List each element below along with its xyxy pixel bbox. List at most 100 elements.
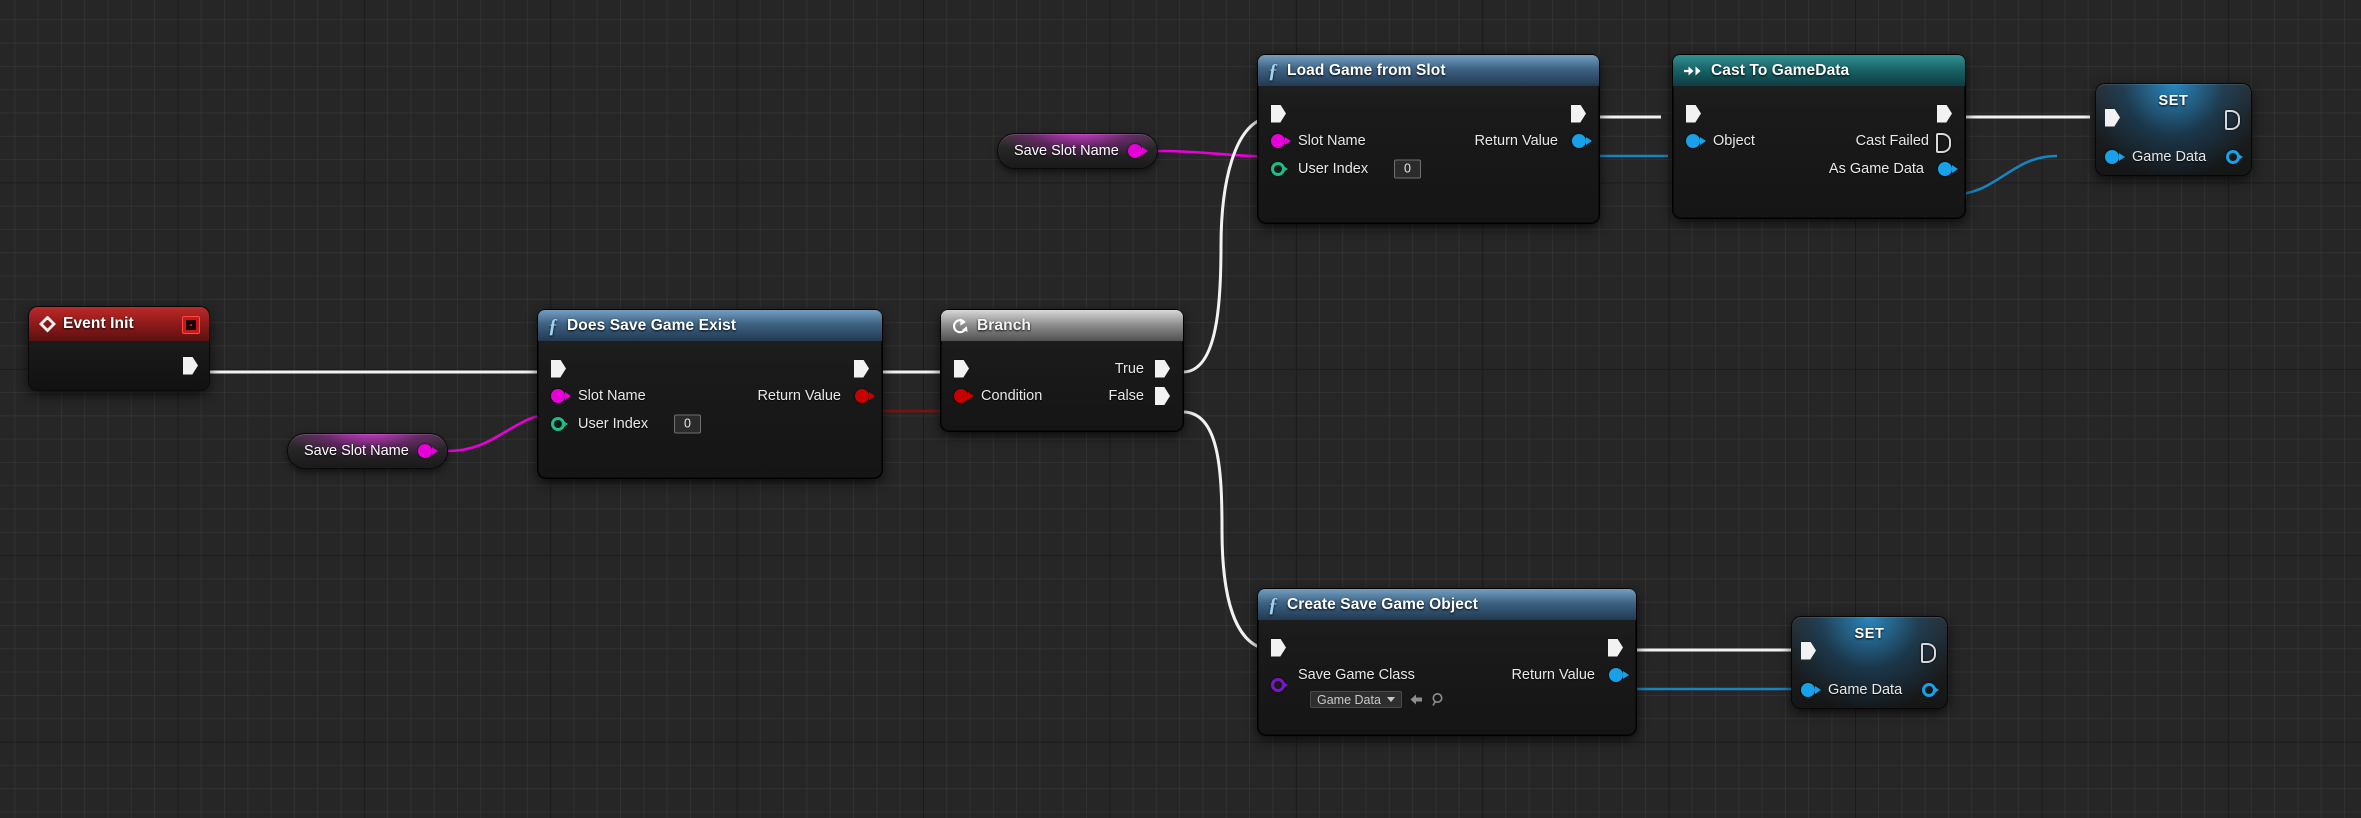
return-value-label: Return Value [1511, 667, 1595, 683]
node-does-save-game-exist[interactable]: ƒ Does Save Game Exist Slot Name Return … [538, 310, 882, 478]
exec-in-pin[interactable] [551, 359, 566, 378]
node-title: Create Save Game Object [1287, 595, 1478, 613]
true-exec-out-pin[interactable] [1155, 359, 1170, 378]
exec-in-pin[interactable] [2105, 108, 2120, 127]
game-data-label: Game Data [1828, 681, 1903, 698]
user-index-value-field[interactable]: 0 [1394, 159, 1421, 179]
create-save-header: ƒ Create Save Game Object [1258, 589, 1636, 620]
row-object: Object Cast Failed [1673, 127, 1965, 155]
exec-out-pin[interactable] [2225, 109, 2240, 130]
load-game-header: ƒ Load Game from Slot [1258, 55, 1599, 86]
cast-failed-exec-pin[interactable] [1936, 133, 1951, 153]
row-as-game-data: As Game Data [1673, 155, 1965, 183]
node-branch[interactable]: Branch True Condition False [941, 310, 1183, 431]
slot-name-label: Slot Name [578, 388, 646, 404]
game-data-input-pin[interactable] [2105, 149, 2125, 164]
true-label: True [1114, 360, 1144, 377]
browse-arrow-icon[interactable] [1409, 692, 1424, 707]
return-value-label: Return Value [757, 388, 841, 404]
exec-out-pin[interactable] [1921, 642, 1936, 663]
save-game-class-picker[interactable]: Game Data [1310, 691, 1446, 708]
game-data-output-pin[interactable] [1922, 682, 1939, 697]
save-game-class-input-pin[interactable] [1271, 678, 1288, 692]
node-set-game-data-bottom[interactable]: SET Game Data [1792, 617, 1947, 708]
set-value-row: Game Data [1792, 676, 1947, 703]
node-title: Cast To GameData [1711, 61, 1850, 79]
false-exec-out-pin[interactable] [1155, 387, 1170, 405]
magnifier-icon[interactable] [1431, 692, 1446, 707]
exec-out-pin[interactable] [183, 356, 198, 375]
wire-object-cast-to-settop [1949, 154, 2058, 197]
event-init-title: Event Init [63, 315, 134, 332]
exec-in-pin[interactable] [1686, 104, 1701, 123]
row-user-index: User Index 0 [1258, 155, 1599, 183]
variable-node-save-slot-name-top[interactable]: Save Slot Name [998, 134, 1157, 168]
node-cast-to-gamedata[interactable]: Cast To GameData Object Cast Failed As G… [1673, 55, 1965, 218]
event-delegate-icon[interactable] [182, 316, 200, 334]
node-title: Load Game from Slot [1287, 61, 1446, 79]
cast-arrows-icon [1683, 64, 1703, 78]
return-value-output-pin[interactable] [1609, 668, 1629, 682]
user-index-input-pin[interactable] [551, 417, 568, 431]
exec-in-pin[interactable] [1271, 104, 1286, 123]
user-index-label: User Index [1298, 161, 1369, 177]
node-create-save-game-object[interactable]: ƒ Create Save Game Object Save Game Clas… [1258, 589, 1636, 735]
name-output-pin[interactable] [1127, 144, 1148, 158]
row-condition: Condition False [941, 382, 1183, 410]
object-input-pin[interactable] [1686, 134, 1706, 148]
event-diamond-icon [39, 315, 56, 333]
blueprint-graph-canvas[interactable]: Event Init Save Slot Name Save Slot Name… [0, 0, 2361, 818]
exec-out-pin[interactable] [854, 359, 869, 378]
condition-label: Condition [981, 388, 1043, 404]
exec-row: True [941, 355, 1183, 382]
false-label: False [1108, 388, 1144, 404]
save-game-class-label: Save Game Class [1298, 667, 1415, 683]
exec-in-pin[interactable] [954, 359, 969, 378]
node-load-game-from-slot[interactable]: ƒ Load Game from Slot Slot Name Return V… [1258, 55, 1599, 223]
chevron-down-icon [1386, 697, 1395, 702]
node-title: Does Save Game Exist [567, 316, 737, 334]
object-label: Object [1713, 133, 1755, 149]
row-slot-name: Slot Name Return Value [538, 382, 882, 410]
user-index-input-pin[interactable] [1271, 162, 1288, 176]
variable-label: Save Slot Name [304, 443, 409, 459]
branch-header: Branch [941, 310, 1183, 341]
node-title: Branch [977, 316, 1032, 334]
slot-name-input-pin[interactable] [551, 389, 571, 403]
return-value-output-pin[interactable] [855, 389, 875, 403]
row-user-index: User Index 0 [538, 410, 882, 438]
user-index-label: User Index [578, 416, 649, 432]
return-value-label: Return Value [1474, 133, 1558, 149]
row-slot-name: Slot Name Return Value [1258, 127, 1599, 155]
name-output-pin[interactable] [417, 444, 438, 458]
does-save-game-exist-header: ƒ Does Save Game Exist [538, 310, 882, 341]
event-init-exec-row [29, 352, 209, 379]
user-index-value-field[interactable]: 0 [674, 414, 701, 434]
function-icon: ƒ [548, 314, 558, 337]
cast-header: Cast To GameData [1673, 55, 1965, 86]
game-data-input-pin[interactable] [1801, 682, 1821, 697]
exec-out-pin[interactable] [1608, 638, 1623, 657]
game-data-output-pin[interactable] [2226, 149, 2243, 164]
variable-node-save-slot-name-bottom[interactable]: Save Slot Name [288, 434, 447, 468]
exec-out-pin[interactable] [1571, 104, 1586, 123]
exec-in-pin[interactable] [1271, 638, 1286, 657]
branch-icon [951, 317, 969, 335]
set-value-row: Game Data [2096, 143, 2251, 170]
node-set-game-data-top[interactable]: SET Game Data [2096, 84, 2251, 175]
as-game-data-output-pin[interactable] [1938, 162, 1958, 176]
class-dropdown[interactable]: Game Data [1310, 691, 1402, 708]
set-exec-row [2096, 104, 2251, 131]
row-save-game-class: Save Game Class Game Data Return Value [1258, 661, 1636, 711]
as-game-data-label: As Game Data [1828, 161, 1924, 177]
event-init-header: Event Init [29, 307, 209, 341]
exec-in-pin[interactable] [1801, 641, 1816, 660]
condition-input-pin[interactable] [954, 389, 974, 403]
exec-row [1258, 100, 1599, 127]
return-value-output-pin[interactable] [1572, 134, 1592, 148]
set-exec-row [1792, 637, 1947, 664]
exec-row [1258, 634, 1636, 661]
slot-name-input-pin[interactable] [1271, 134, 1291, 148]
exec-out-pin[interactable] [1937, 104, 1952, 123]
node-event-init[interactable]: Event Init [29, 307, 209, 390]
